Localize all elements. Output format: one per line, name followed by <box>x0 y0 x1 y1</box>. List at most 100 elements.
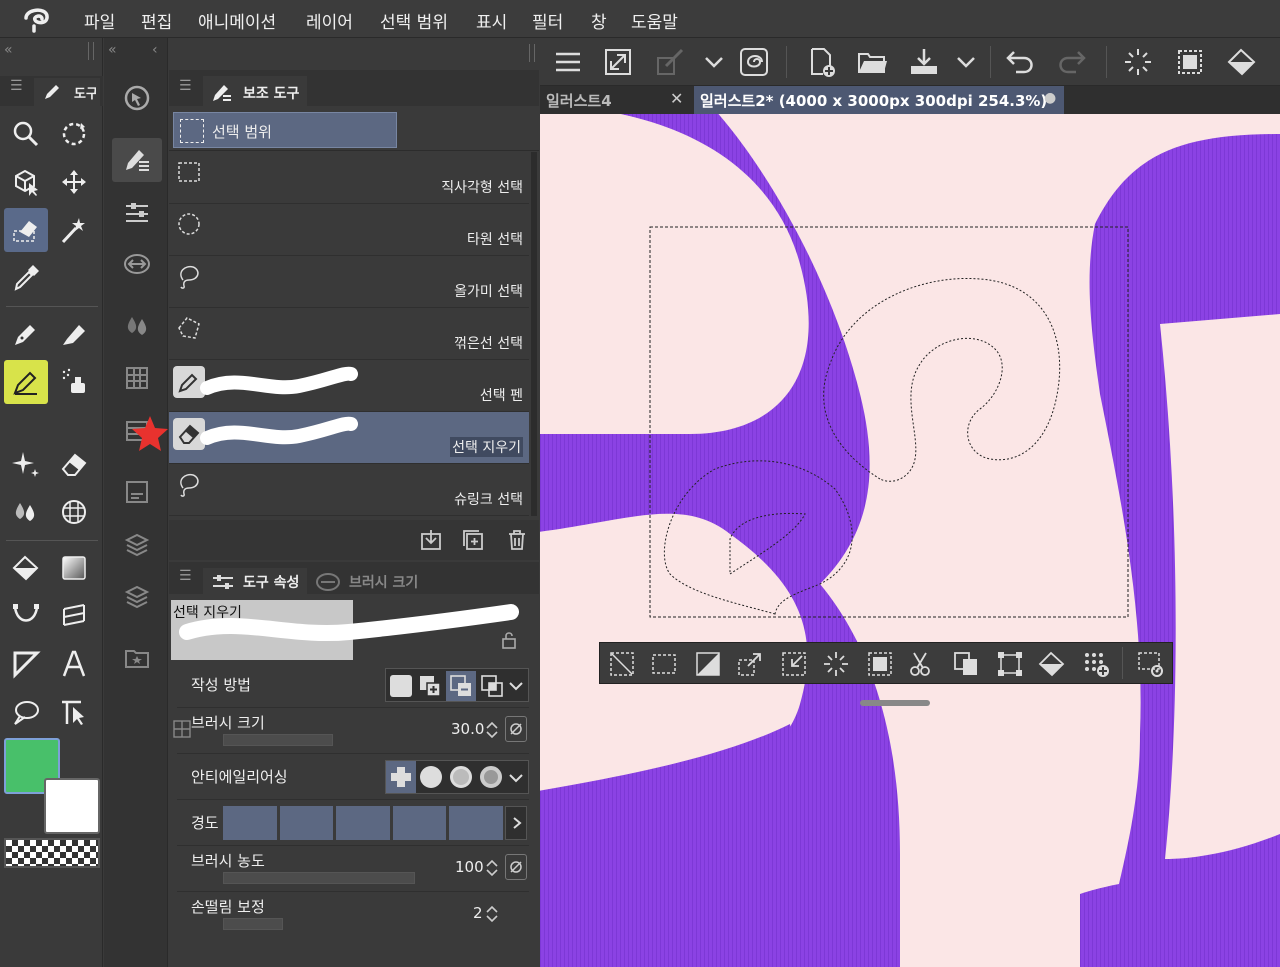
gradient-tool[interactable] <box>52 546 96 590</box>
tool-tab-label[interactable]: 도구 <box>74 83 96 102</box>
hardness-step[interactable] <box>392 806 447 840</box>
brush-density-value[interactable]: 100 <box>455 858 484 876</box>
subtool-item-lasso[interactable]: 올가미 선택 <box>169 256 529 308</box>
invert-select-icon[interactable] <box>694 650 722 678</box>
duplicate-icon[interactable] <box>461 528 485 552</box>
drawing-method-selector[interactable] <box>385 668 529 702</box>
chevron-down-icon[interactable] <box>950 46 982 78</box>
ruler-tool[interactable] <box>52 594 96 638</box>
layer-search-strip-button[interactable] <box>112 522 162 566</box>
trash-icon[interactable] <box>505 528 529 552</box>
menu-animation[interactable]: 애니메이션 <box>198 8 276 33</box>
subtool-item-ellipse[interactable]: 타원 선택 <box>169 204 529 256</box>
subtool-item-polyline[interactable]: 꺾은선 선택 <box>169 308 529 360</box>
redo-icon[interactable] <box>1056 46 1088 78</box>
doc-tab-inactive[interactable]: 일러스트4 ✕ <box>540 86 690 114</box>
shrink-selection-icon[interactable] <box>780 650 808 678</box>
frame-tool[interactable] <box>4 642 48 686</box>
chevron-left-icon[interactable]: ‹ <box>152 42 158 58</box>
brush-density-effector-button[interactable] <box>505 854 527 880</box>
hardness-step[interactable] <box>336 806 390 840</box>
deselect-sparkle-icon[interactable] <box>1122 46 1154 78</box>
undo-icon[interactable] <box>1004 46 1036 78</box>
balloon-tool[interactable] <box>4 690 48 734</box>
zoom-tool[interactable] <box>4 112 48 156</box>
fit-screen-icon[interactable] <box>602 46 634 78</box>
tool-property-strip-button[interactable] <box>112 190 162 234</box>
new-selection-icon[interactable] <box>390 675 412 697</box>
color-history-strip-button[interactable] <box>112 408 168 452</box>
invert-selection-icon[interactable] <box>1174 46 1206 78</box>
copy-paste-icon[interactable] <box>952 650 980 678</box>
brush-density-slider[interactable] <box>223 872 415 884</box>
scale-selection-icon[interactable] <box>736 650 764 678</box>
transparent-color-swatch[interactable] <box>4 838 100 868</box>
collapse-strip-icon[interactable]: « <box>108 42 117 58</box>
stabilization-slider[interactable] <box>223 918 283 930</box>
save-download-icon[interactable] <box>908 46 940 78</box>
hardness-selector[interactable] <box>223 806 503 840</box>
fill-tool[interactable] <box>4 546 48 590</box>
chevron-down-icon[interactable] <box>698 46 730 78</box>
brush-size-slider[interactable] <box>223 734 333 746</box>
open-folder-icon[interactable] <box>856 46 888 78</box>
brush-size-effector-button[interactable] <box>505 716 527 742</box>
deselect-icon[interactable] <box>608 650 636 678</box>
dropper-disabled-icon[interactable] <box>654 46 686 78</box>
menu-selection[interactable]: 선택 범위 <box>380 8 448 33</box>
pen-tool[interactable] <box>4 312 48 356</box>
menu-view[interactable]: 표시 <box>476 8 507 33</box>
tab-brush-size[interactable]: 브러시 크기 <box>311 568 431 594</box>
new-file-icon[interactable] <box>806 46 838 78</box>
collapse-left-icon[interactable]: « <box>4 42 13 58</box>
color-mix-strip-button[interactable] <box>112 304 162 348</box>
intersect-selection-icon[interactable] <box>480 674 504 698</box>
app-logo-icon[interactable] <box>20 4 54 34</box>
menu-filter[interactable]: 필터 <box>532 8 563 33</box>
rotate-tool[interactable] <box>52 112 96 156</box>
object-tool[interactable] <box>4 160 48 204</box>
menu-edit[interactable]: 편집 <box>141 8 172 33</box>
panel-menu-icon[interactable]: ☰ <box>10 78 23 94</box>
launcher-drag-handle[interactable] <box>860 700 930 706</box>
cut-icon[interactable] <box>908 650 936 678</box>
aa-medium-icon[interactable] <box>450 766 472 788</box>
spinner-icon[interactable] <box>485 904 499 924</box>
menu-window[interactable]: 창 <box>591 8 607 33</box>
menu-help[interactable]: 도움말 <box>631 8 678 33</box>
panel-grip-icon[interactable] <box>88 42 94 60</box>
aa-none-button[interactable] <box>386 761 416 793</box>
panel-grip-icon[interactable] <box>529 44 535 62</box>
text-tool[interactable] <box>52 642 96 686</box>
subtract-selection-button[interactable] <box>446 671 476 701</box>
tab-tool-property[interactable]: 도구 속성 <box>203 568 307 594</box>
figure-tool[interactable] <box>52 490 96 534</box>
lock-icon[interactable] <box>499 630 519 650</box>
correct-line-tool[interactable] <box>52 690 96 734</box>
chevron-down-icon[interactable] <box>508 770 524 786</box>
subtool-group-button[interactable]: 선택 범위 <box>173 112 397 148</box>
subtool-item-selection-pen[interactable]: 선택 펜 <box>169 360 529 412</box>
spinner-icon[interactable] <box>485 858 499 878</box>
aa-weak-icon[interactable] <box>420 766 442 788</box>
subtool-strip-button[interactable] <box>112 138 162 182</box>
hardness-step[interactable] <box>279 806 334 840</box>
subtool-item-selection-eraser[interactable]: 선택 지우기 <box>169 412 529 464</box>
selection-tool[interactable] <box>4 208 48 252</box>
menu-file[interactable]: 파일 <box>84 8 115 33</box>
panel-menu-icon[interactable]: ☰ <box>179 78 192 94</box>
aa-strong-icon[interactable] <box>480 766 502 788</box>
fill-selection-icon[interactable] <box>1038 650 1066 678</box>
move-tool[interactable] <box>52 160 96 204</box>
transform-icon[interactable] <box>996 650 1024 678</box>
add-selection-icon[interactable] <box>418 674 442 698</box>
material-strip-button[interactable] <box>112 636 162 680</box>
subtool-item-rect[interactable]: 직사각형 선택 <box>169 152 529 204</box>
brush-tool[interactable] <box>4 360 48 404</box>
chevron-down-icon[interactable] <box>508 678 524 694</box>
select-all-icon[interactable] <box>650 650 678 678</box>
antialiasing-selector[interactable] <box>385 760 529 794</box>
pencil-tool[interactable] <box>52 312 96 356</box>
menu-layer[interactable]: 레이어 <box>306 8 353 33</box>
close-tab-icon[interactable]: ✕ <box>670 89 683 108</box>
